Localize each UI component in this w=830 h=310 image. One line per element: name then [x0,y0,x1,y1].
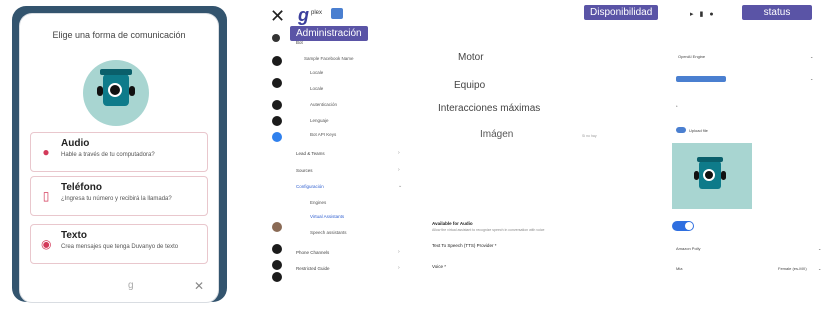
chevron-down-icon[interactable]: ⌄ [810,76,813,81]
label-equipo: Equipo [454,80,486,91]
chevron-down-icon[interactable]: ⌄ [818,246,821,251]
widget-title: Elige una forma de comunicación [52,30,186,40]
sidebar-item-engines[interactable]: Engines [310,200,326,205]
chevron-down-icon: › [398,167,400,173]
bot-icon [694,157,726,189]
chevron-down-icon: › [398,265,400,271]
sidebar-item-bot-name[interactable]: Sample Facebook Name [304,56,354,61]
image-preview [672,143,752,209]
callout-administration: Administración [290,26,368,41]
option-description: ¿Ingresa tu número y recibirá la llamada… [61,196,172,202]
option-text[interactable]: ◉ Texto Crea mensajes que tenga Duvanyo … [30,224,208,264]
sidebar-item-phone-channels[interactable]: Phone Channels [296,250,329,255]
brand-name: plex [311,10,323,16]
sidebar-item-leads[interactable]: Lead & Teams [296,151,325,156]
help-icon[interactable] [272,244,282,254]
option-title: Texto [61,230,87,241]
available-audio-help: Allow the virtual assistant to recognize… [432,228,545,232]
brand-logo: g [298,5,309,25]
bot-avatar [83,60,149,126]
close-icon[interactable]: ✕ [270,6,285,27]
sidebar-item-speech[interactable]: Speech assistants [310,230,347,235]
communication-widget: Elige una forma de comunicación ● Audio … [20,14,218,302]
audio-toggle[interactable] [672,221,694,231]
sidebar-item-authentication[interactable]: Autenticación [310,102,337,107]
engine-select[interactable]: OpenAI Engine [678,54,705,59]
option-audio[interactable]: ● Audio Hable a través de tu computadora… [30,132,208,172]
chevron-down-icon: › [398,249,400,255]
close-icon[interactable]: ✕ [194,279,204,293]
option-title: Teléfono [61,182,102,193]
widget-footer: g ✕ [20,279,218,294]
sidebar-item-bot[interactable]: Bot [296,40,303,45]
chevron-down-icon: ⌄ [398,183,403,189]
phone-icon: ▯ [42,189,50,203]
logout-icon[interactable] [272,272,282,282]
settings-icon[interactable] [272,132,282,142]
lock-icon[interactable] [272,116,282,126]
available-audio-label: Available for Audio [432,221,473,226]
team-chip[interactable] [676,76,726,82]
label-interacciones: Interacciones máximas [438,103,541,114]
microphone-icon: ● [42,145,50,159]
sidebar-item-restricted[interactable]: Restricted Guide [296,266,330,271]
bot-icon [97,69,135,106]
option-title: Audio [61,138,90,149]
brand-logo: g [128,280,134,291]
label-motor: Motor [458,52,484,63]
option-description: Crea mensajes que tenga Duvanyo de texto [61,244,179,250]
dashboard-icon[interactable] [272,56,282,66]
contacts-icon[interactable] [272,100,282,110]
sidebar-item-configuration[interactable]: Configuración [296,184,324,189]
notifications-icon[interactable] [272,260,282,270]
chat-icon: ◉ [41,237,52,251]
grid-icon[interactable] [331,8,343,19]
upload-label[interactable]: Upload file [689,128,708,133]
sidebar-item-locale[interactable]: Locale [310,70,323,75]
sidebar-item-locale-2[interactable]: Locale [310,86,323,91]
voice-select[interactable]: Mia [676,266,682,271]
callout-availability: Disponibilidad [584,5,659,20]
tts-provider-label: Text To Speech (TTS) Provider * [432,243,497,248]
sidebar-item-virtual-assistants[interactable]: Virtual Assistants [310,214,344,219]
voice-label: Voice * [432,264,447,269]
sidebar-item-api-keys[interactable]: Bot API Keys [310,132,336,137]
toolbar-icons[interactable]: ▸▮● [690,10,720,18]
home-icon[interactable] [272,34,280,42]
chevron-down-icon[interactable]: ⌄ [818,266,821,271]
image-note: Si no hay [582,134,597,138]
option-description: Hable a través de tu computadora? [61,152,155,158]
sidebar-item-language[interactable]: Lenguaje [310,118,329,123]
reports-icon[interactable] [272,78,282,88]
option-phone[interactable]: ▯ Teléfono ¿Ingresa tu número y recibirá… [30,176,208,216]
voice-extra: Female (es-MX) [778,266,807,271]
tts-provider-select[interactable]: Amazon Polly [676,246,700,251]
label-imagen: Imágen [480,129,514,140]
avatar[interactable] [272,222,282,232]
chevron-down-icon[interactable]: ⌄ [810,54,813,59]
max-interactions-value[interactable]: * [676,104,678,109]
cloud-upload-icon[interactable] [676,127,686,133]
callout-status: status [742,5,812,20]
chevron-down-icon: › [398,150,400,156]
sidebar-item-sources[interactable]: Sources [296,168,313,173]
